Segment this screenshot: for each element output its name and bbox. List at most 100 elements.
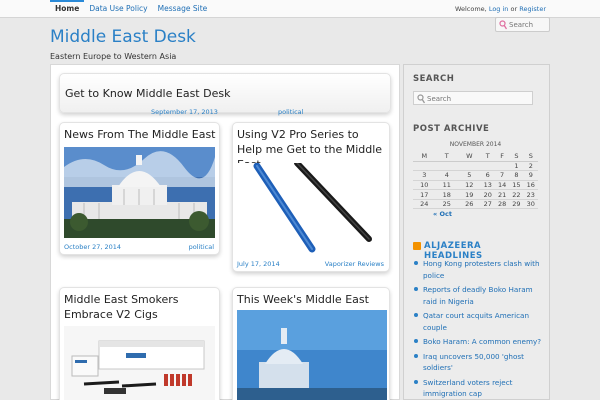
calendar-week: 24 25 26 27 28 29 30 bbox=[413, 199, 538, 210]
login-link[interactable]: Log in bbox=[489, 5, 509, 13]
search-widget-title: SEARCH bbox=[413, 74, 455, 84]
bullet-icon bbox=[414, 313, 418, 317]
calendar-day: 24 bbox=[413, 199, 436, 210]
headline-link[interactable]: Qatar court acquits American couple bbox=[423, 311, 529, 332]
post-card[interactable]: News From The Middle East October 27, 20… bbox=[59, 122, 220, 255]
featured-post[interactable]: Get to Know Middle East Desk September 1… bbox=[59, 73, 391, 116]
weekday-header: S bbox=[509, 151, 524, 162]
calendar-day bbox=[435, 161, 459, 172]
calendar-day: 3 bbox=[413, 170, 436, 181]
nav-data-use-policy[interactable]: Data Use Policy bbox=[84, 0, 152, 18]
weekday-header: T bbox=[480, 151, 495, 162]
headline-item[interactable]: Switzerland voters reject immigration ca… bbox=[413, 377, 545, 400]
calendar-day: 25 bbox=[435, 199, 459, 210]
top-search-input[interactable] bbox=[509, 19, 549, 31]
calendar-day: 8 bbox=[509, 170, 524, 181]
top-nav: Home Data Use Policy Message Site bbox=[50, 0, 212, 18]
featured-category[interactable]: political bbox=[278, 108, 303, 116]
calendar-week: 12 bbox=[413, 161, 538, 172]
calendar-day: 29 bbox=[509, 199, 524, 210]
top-bar: Home Data Use Policy Message Site Welcom… bbox=[0, 0, 600, 18]
post-card[interactable]: Middle East Smokers Embrace V2 Cigs bbox=[59, 287, 220, 400]
calendar-day: 27 bbox=[480, 199, 495, 210]
calendar-week: 3456789 bbox=[413, 170, 538, 181]
post-category[interactable]: Vaporizer Reviews bbox=[325, 260, 384, 268]
bullet-icon bbox=[414, 339, 418, 343]
post-category[interactable]: political bbox=[189, 243, 214, 251]
calendar-day: 7 bbox=[494, 170, 510, 181]
archive-widget-title: POST ARCHIVE bbox=[413, 124, 490, 134]
sidebar: SEARCH POST ARCHIVE NOVEMBER 2014 M T W … bbox=[403, 64, 550, 400]
post-title[interactable]: Middle East Smokers Embrace V2 Cigs bbox=[64, 292, 219, 322]
capitol-image[interactable] bbox=[237, 310, 387, 400]
calendar-day: 11 bbox=[435, 180, 459, 191]
bullet-icon bbox=[414, 261, 418, 265]
calendar-day: 16 bbox=[523, 180, 538, 191]
calendar-day: 18 bbox=[435, 189, 459, 200]
or-text: or bbox=[508, 5, 520, 13]
calendar-week: 17 18 19 20 21 22 23 bbox=[413, 189, 538, 200]
featured-title[interactable]: Get to Know Middle East Desk bbox=[65, 86, 230, 101]
search-icon bbox=[417, 94, 425, 104]
calendar-week: 10 11 12 13 14 15 16 bbox=[413, 180, 538, 191]
calendar-day: 30 bbox=[523, 199, 538, 210]
headline-item[interactable]: Iraq uncovers 50,000 'ghost soldiers' bbox=[413, 351, 545, 374]
post-title[interactable]: News From The Middle East bbox=[64, 127, 219, 142]
calendar-day: 1 bbox=[509, 161, 524, 172]
nav-home[interactable]: Home bbox=[50, 0, 85, 18]
headlines-list: Hong Kong protesters clash with police R… bbox=[413, 258, 545, 400]
calendar-day bbox=[480, 161, 495, 172]
calendar-day: 14 bbox=[494, 180, 510, 191]
calendar-caption: NOVEMBER 2014 bbox=[449, 141, 502, 148]
calendar-day: 6 bbox=[480, 170, 495, 181]
capitol-image[interactable] bbox=[64, 147, 215, 238]
headline-link[interactable]: Iraq uncovers 50,000 'ghost soldiers' bbox=[423, 352, 524, 373]
calendar-day: 9 bbox=[523, 170, 538, 181]
weekday-header: S bbox=[523, 151, 538, 162]
site-description: Eastern Europe to Western Asia bbox=[50, 52, 177, 61]
headline-link[interactable]: Hong Kong protesters clash with police bbox=[423, 259, 540, 280]
top-search-box bbox=[495, 17, 550, 32]
post-card[interactable]: Using V2 Pro Series to Help me Get to th… bbox=[232, 122, 390, 272]
calendar-day: 2 bbox=[523, 161, 538, 172]
sidebar-search-input[interactable] bbox=[427, 93, 527, 104]
bullet-icon bbox=[414, 353, 418, 358]
calendar-day: 28 bbox=[494, 199, 510, 210]
headline-item[interactable]: Qatar court acquits American couple bbox=[413, 310, 545, 333]
headline-link[interactable]: Switzerland voters reject immigration ca… bbox=[423, 378, 513, 399]
welcome-prefix: Welcome, bbox=[454, 5, 489, 13]
calendar-day: 21 bbox=[494, 189, 510, 200]
weekday-header: W bbox=[458, 151, 481, 162]
headline-item[interactable]: Boko Haram: A common enemy? bbox=[413, 336, 545, 348]
post-date[interactable]: July 17, 2014 bbox=[237, 260, 280, 268]
headline-item[interactable]: Hong Kong protesters clash with police bbox=[413, 258, 545, 281]
site-title[interactable]: Middle East Desk bbox=[50, 27, 196, 47]
calendar-day: 23 bbox=[523, 189, 538, 200]
calendar-prev-month[interactable]: « Oct bbox=[433, 210, 452, 218]
calendar-day: 10 bbox=[413, 180, 436, 191]
headline-item[interactable]: Reports of deadly Boko Haram raid in Nig… bbox=[413, 284, 545, 307]
calendar-day: 13 bbox=[480, 180, 495, 191]
featured-date[interactable]: September 17, 2013 bbox=[151, 108, 218, 116]
calendar-day: 12 bbox=[458, 180, 481, 191]
calendar-body: 1 2 3 4 5 6 7 8 9 10 11 12 13 14 15 16 17 18 19 20 21 22 23 24 2… bbox=[413, 161, 538, 210]
post-card[interactable]: This Week's Middle East News bbox=[232, 287, 390, 400]
vaporizer-image[interactable] bbox=[237, 163, 387, 253]
headline-link[interactable]: Reports of deadly Boko Haram raid in Nig… bbox=[423, 285, 533, 306]
weekday-header: M bbox=[413, 151, 436, 162]
search-icon bbox=[499, 20, 507, 30]
sidebar-search-box bbox=[413, 91, 533, 105]
post-date[interactable]: October 27, 2014 bbox=[64, 243, 121, 251]
register-link[interactable]: Register bbox=[519, 5, 546, 13]
calendar-day: 22 bbox=[509, 189, 524, 200]
archive-calendar: NOVEMBER 2014 M T W T F S S 1 2 3 4 5 6 7 8 9 10 1… bbox=[413, 141, 538, 219]
calendar-day bbox=[413, 161, 436, 172]
nav-message-site[interactable]: Message Site bbox=[153, 0, 213, 18]
calendar-day: 15 bbox=[509, 180, 524, 191]
ecig-kit-image[interactable] bbox=[64, 326, 215, 400]
calendar-day bbox=[494, 161, 510, 172]
headline-link[interactable]: Boko Haram: A common enemy? bbox=[423, 337, 541, 346]
rss-icon[interactable] bbox=[413, 242, 421, 250]
bullet-icon bbox=[414, 287, 418, 291]
weekday-header: T bbox=[435, 151, 459, 162]
